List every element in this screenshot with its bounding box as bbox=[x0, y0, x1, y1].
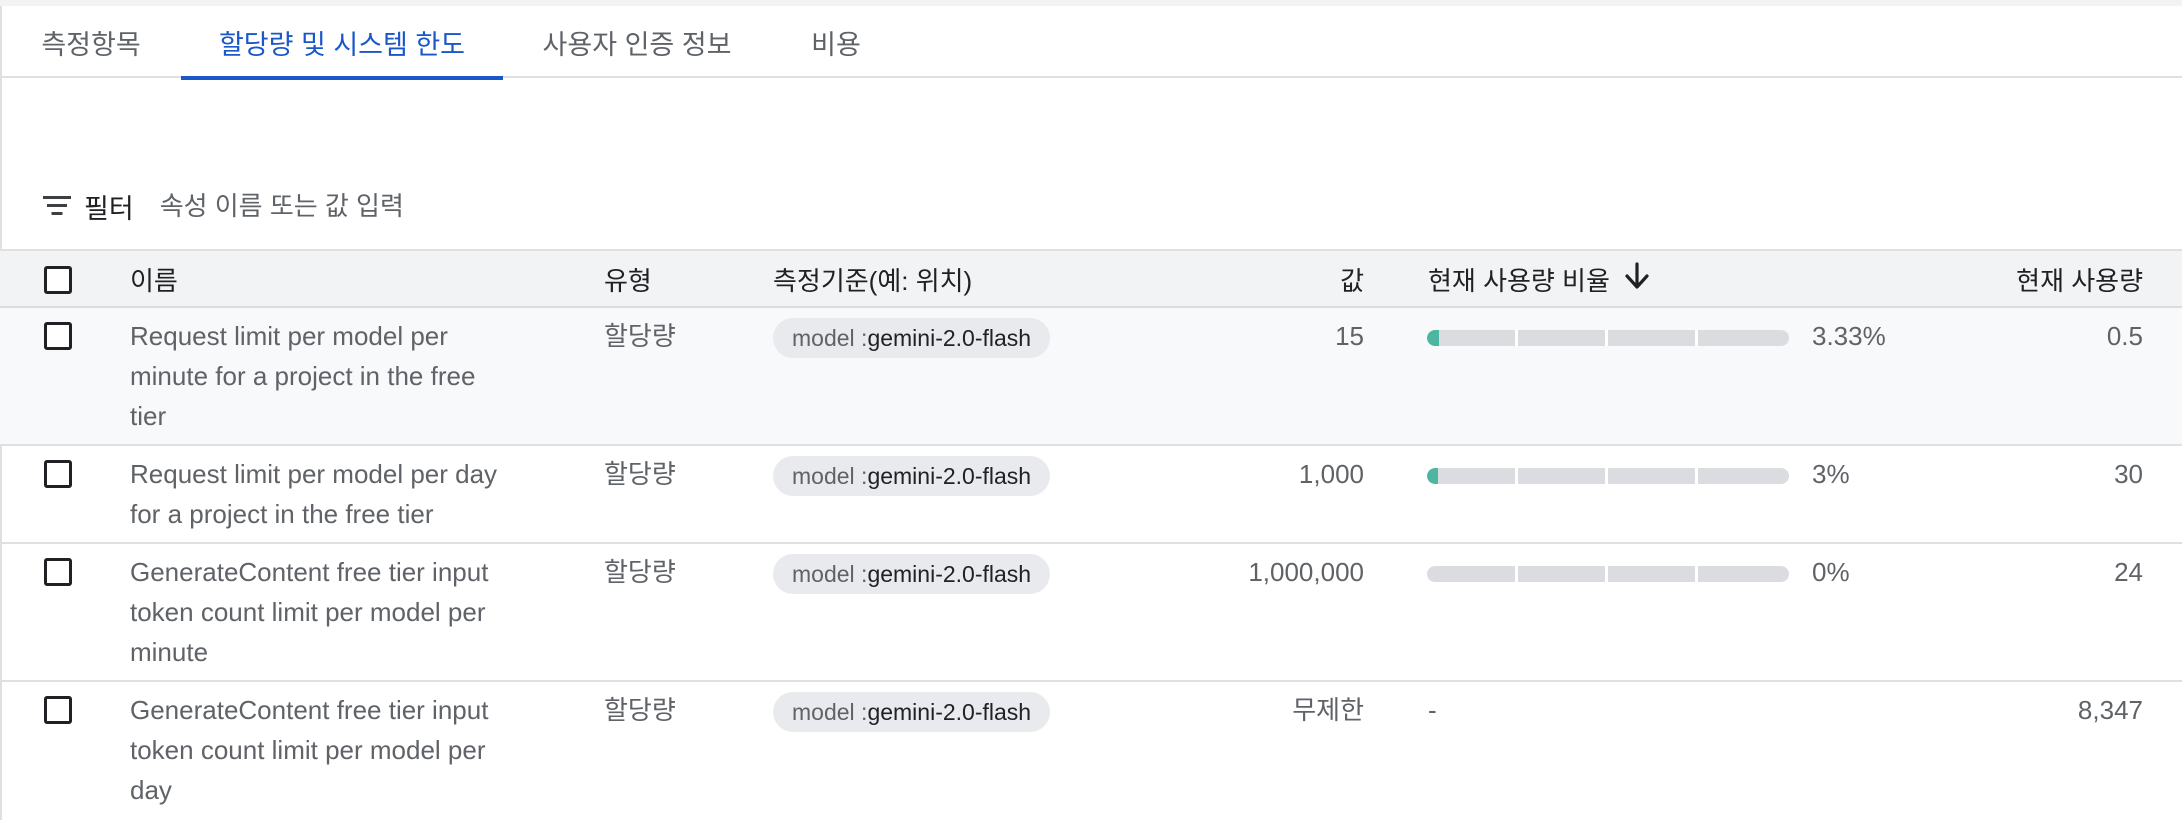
row-value: 1,000 bbox=[1298, 459, 1364, 489]
table-header: 이름 유형 측정기준(예: 위치) 값 현재 사용량 비율 현재 사용량 bbox=[0, 249, 2182, 308]
dimension-chip[interactable]: model : gemini-2.0-flash bbox=[773, 692, 1051, 732]
row-value: 15 bbox=[1335, 321, 1364, 351]
row-usage-pct: 0% bbox=[1812, 557, 1850, 587]
tab-quotas[interactable]: 할당량 및 시스템 한도 bbox=[181, 6, 503, 80]
table-row[interactable]: Request limit per model per day for a pr… bbox=[0, 446, 2182, 544]
row-checkbox[interactable] bbox=[44, 696, 72, 724]
filter-list-icon[interactable] bbox=[42, 195, 72, 217]
row-checkbox[interactable] bbox=[44, 558, 72, 586]
column-header-usage[interactable]: 현재 사용량 bbox=[1900, 251, 2143, 308]
row-usage: 30 bbox=[2114, 459, 2143, 489]
select-all-checkbox[interactable] bbox=[44, 266, 72, 294]
row-name: GenerateContent free tier input token co… bbox=[130, 695, 489, 805]
row-usage-pct: 3.33% bbox=[1812, 321, 1886, 351]
column-header-usage-pct-label: 현재 사용량 비율 bbox=[1428, 266, 1610, 296]
tab-metrics[interactable]: 측정항목 bbox=[2, 6, 180, 78]
dimension-value: gemini-2.0-flash bbox=[867, 698, 1032, 725]
usage-bar-fill bbox=[1427, 330, 1439, 346]
row-name: GenerateContent free tier input token co… bbox=[130, 557, 489, 667]
tab-credentials[interactable]: 사용자 인증 정보 bbox=[517, 6, 757, 78]
dimension-key: model : bbox=[792, 462, 868, 489]
arrow-down-icon[interactable] bbox=[1624, 261, 1650, 298]
row-type: 할당량 bbox=[604, 459, 676, 489]
filter-input[interactable] bbox=[159, 190, 860, 222]
row-checkbox[interactable] bbox=[44, 322, 72, 350]
row-checkbox[interactable] bbox=[44, 460, 72, 488]
row-value: 무제한 bbox=[1292, 695, 1364, 725]
row-name: Request limit per model per day for a pr… bbox=[130, 459, 498, 529]
filter-bar: 필터 bbox=[42, 186, 860, 226]
dimension-value: gemini-2.0-flash bbox=[867, 324, 1032, 351]
row-type: 할당량 bbox=[604, 321, 676, 351]
row-usage-pct: - bbox=[1428, 695, 1437, 725]
row-usage: 0.5 bbox=[2106, 321, 2143, 351]
column-header-value[interactable]: 값 bbox=[1180, 251, 1364, 308]
table-row[interactable]: Request limit per model per minute for a… bbox=[0, 308, 2182, 446]
dimension-value: gemini-2.0-flash bbox=[867, 462, 1032, 489]
dimension-chip[interactable]: model : gemini-2.0-flash bbox=[773, 456, 1051, 496]
row-type: 할당량 bbox=[604, 557, 676, 587]
column-header-dimensions[interactable]: 측정기준(예: 위치) bbox=[773, 251, 972, 308]
column-header-type[interactable]: 유형 bbox=[604, 251, 652, 308]
column-header-usage-pct[interactable]: 현재 사용량 비율 bbox=[1428, 251, 1650, 308]
usage-bar bbox=[1427, 468, 1789, 484]
row-usage: 24 bbox=[2114, 557, 2143, 587]
table-row[interactable]: GenerateContent free tier input token co… bbox=[0, 544, 2182, 682]
dimension-key: model : bbox=[792, 560, 868, 587]
filter-label[interactable]: 필터 bbox=[84, 187, 134, 226]
dimension-chip[interactable]: model : gemini-2.0-flash bbox=[773, 554, 1051, 594]
dimension-chip[interactable]: model : gemini-2.0-flash bbox=[773, 318, 1051, 358]
dimension-key: model : bbox=[792, 698, 868, 725]
column-header-name[interactable]: 이름 bbox=[130, 251, 178, 308]
tab-cost[interactable]: 비용 bbox=[790, 6, 882, 78]
usage-bar-fill bbox=[1427, 468, 1438, 484]
dimension-value: gemini-2.0-flash bbox=[867, 560, 1032, 587]
row-value: 1,000,000 bbox=[1248, 557, 1364, 587]
row-name: Request limit per model per minute for a… bbox=[130, 321, 476, 431]
row-type: 할당량 bbox=[604, 695, 676, 725]
dimension-key: model : bbox=[792, 324, 868, 351]
row-usage: 8,347 bbox=[2077, 695, 2143, 725]
tab-bar: 측정항목 할당량 및 시스템 한도 사용자 인증 정보 비용 bbox=[0, 6, 2182, 80]
table-row[interactable]: GenerateContent free tier input token co… bbox=[0, 682, 2182, 820]
usage-bar bbox=[1427, 566, 1789, 582]
row-usage-pct: 3% bbox=[1812, 459, 1850, 489]
usage-bar bbox=[1427, 330, 1789, 346]
